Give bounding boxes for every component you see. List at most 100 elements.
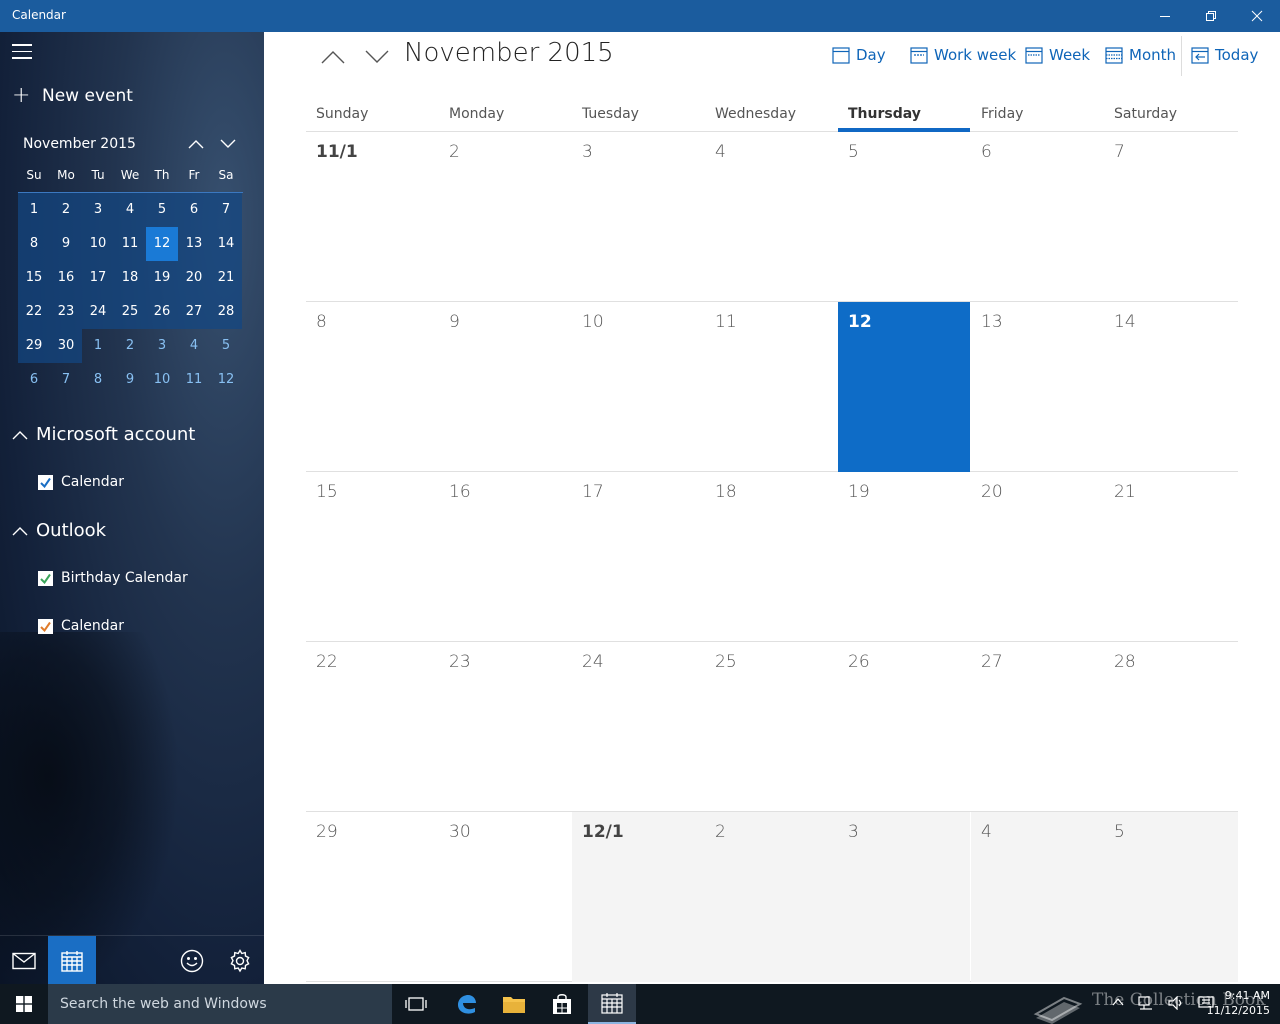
mini-day[interactable]: 11: [178, 363, 210, 397]
mini-day[interactable]: 9: [114, 363, 146, 397]
day-cell[interactable]: 4: [971, 812, 1104, 982]
mini-day[interactable]: 6: [18, 363, 50, 397]
mini-next-month-button[interactable]: [216, 132, 240, 156]
hamburger-menu-icon[interactable]: [12, 44, 34, 60]
mini-day[interactable]: 6: [178, 193, 210, 227]
day-cell[interactable]: 13: [971, 302, 1104, 472]
mini-day[interactable]: 5: [146, 193, 178, 227]
day-cell[interactable]: 8: [306, 302, 439, 472]
week-view-button[interactable]: Week: [1025, 42, 1090, 68]
day-cell[interactable]: 12/1: [572, 812, 705, 982]
mini-day[interactable]: 2: [50, 193, 82, 227]
day-cell[interactable]: 28: [1104, 642, 1238, 812]
mini-day[interactable]: 1: [18, 193, 50, 227]
account-outlook-toggle[interactable]: Outlook: [12, 520, 106, 541]
day-cell[interactable]: 14: [1104, 302, 1238, 472]
calendar-taskbar-button[interactable]: [588, 984, 636, 1024]
mini-day[interactable]: 10: [146, 363, 178, 397]
mini-day[interactable]: 1: [82, 329, 114, 363]
day-cell[interactable]: 9: [439, 302, 572, 472]
day-cell[interactable]: 27: [971, 642, 1104, 812]
start-button[interactable]: [0, 984, 48, 1024]
calendar-toggle-birthday-calendar[interactable]: Birthday Calendar: [38, 570, 188, 586]
mini-day[interactable]: 16: [50, 261, 82, 295]
mini-day[interactable]: 13: [178, 227, 210, 261]
day-cell[interactable]: 30: [439, 812, 572, 982]
volume-icon[interactable]: [1168, 996, 1184, 1010]
mini-day[interactable]: 8: [18, 227, 50, 261]
file-explorer-button[interactable]: [490, 984, 538, 1024]
day-cell[interactable]: 25: [705, 642, 838, 812]
mini-day[interactable]: 18: [114, 261, 146, 295]
day-cell[interactable]: 21: [1104, 472, 1238, 642]
mini-day[interactable]: 5: [210, 329, 242, 363]
day-cell[interactable]: 10: [572, 302, 705, 472]
mini-day[interactable]: 20: [178, 261, 210, 295]
mini-prev-month-button[interactable]: [184, 132, 208, 156]
mini-day[interactable]: 19: [146, 261, 178, 295]
day-cell[interactable]: 26: [838, 642, 970, 812]
mini-day[interactable]: 26: [146, 295, 178, 329]
mail-button[interactable]: [0, 936, 48, 984]
next-month-button[interactable]: [362, 42, 392, 72]
day-cell[interactable]: 2: [705, 812, 838, 982]
mini-day[interactable]: 24: [82, 295, 114, 329]
mini-day[interactable]: 12: [210, 363, 242, 397]
mini-day[interactable]: 11: [114, 227, 146, 261]
day-cell[interactable]: 4: [705, 132, 838, 302]
day-cell[interactable]: 6: [971, 132, 1104, 302]
mini-day[interactable]: 25: [114, 295, 146, 329]
mini-day[interactable]: 14: [210, 227, 242, 261]
day-cell[interactable]: 19: [838, 472, 970, 642]
settings-button[interactable]: [216, 936, 264, 984]
network-icon[interactable]: [1138, 996, 1154, 1010]
day-cell[interactable]: 15: [306, 472, 439, 642]
mini-day[interactable]: 4: [178, 329, 210, 363]
day-cell[interactable]: 5: [1104, 812, 1238, 982]
mini-day[interactable]: 10: [82, 227, 114, 261]
mini-day[interactable]: 9: [50, 227, 82, 261]
mini-day[interactable]: 30: [50, 329, 82, 363]
day-cell[interactable]: 7: [1104, 132, 1238, 302]
day-cell[interactable]: 3: [572, 132, 705, 302]
restore-button[interactable]: [1188, 0, 1234, 32]
minimize-button[interactable]: [1142, 0, 1188, 32]
calendar-toggle-microsoft-calendar[interactable]: Calendar: [38, 474, 124, 490]
mini-day[interactable]: 7: [50, 363, 82, 397]
day-cell[interactable]: 22: [306, 642, 439, 812]
calendar-app-button[interactable]: [48, 936, 96, 984]
store-button[interactable]: [538, 984, 586, 1024]
clock[interactable]: 9:41 AM 11/12/2015: [1207, 988, 1270, 1018]
day-view-button[interactable]: Day: [832, 42, 886, 68]
work-week-view-button[interactable]: Work week: [910, 42, 1016, 68]
mini-day[interactable]: 2: [114, 329, 146, 363]
close-button[interactable]: [1234, 0, 1280, 32]
day-cell-today[interactable]: 12: [838, 302, 970, 472]
mini-day-today[interactable]: 12: [146, 227, 178, 261]
mini-day[interactable]: 3: [146, 329, 178, 363]
feedback-button[interactable]: [168, 936, 216, 984]
mini-day[interactable]: 29: [18, 329, 50, 363]
day-cell[interactable]: 11/1: [306, 132, 439, 302]
day-cell[interactable]: 23: [439, 642, 572, 812]
mini-day[interactable]: 7: [210, 193, 242, 227]
calendar-toggle-outlook-calendar[interactable]: Calendar: [38, 618, 124, 634]
mini-day[interactable]: 4: [114, 193, 146, 227]
mini-day[interactable]: 27: [178, 295, 210, 329]
mini-day[interactable]: 15: [18, 261, 50, 295]
month-view-button[interactable]: Month: [1105, 42, 1176, 68]
chevron-up-icon[interactable]: [1112, 996, 1124, 1008]
day-cell[interactable]: 5: [838, 132, 970, 302]
day-cell[interactable]: 11: [705, 302, 838, 472]
day-cell[interactable]: 2: [439, 132, 572, 302]
mini-day[interactable]: 21: [210, 261, 242, 295]
day-cell[interactable]: 29: [306, 812, 439, 982]
day-cell[interactable]: 24: [572, 642, 705, 812]
day-cell[interactable]: 17: [572, 472, 705, 642]
mini-day[interactable]: 17: [82, 261, 114, 295]
mini-day[interactable]: 23: [50, 295, 82, 329]
mini-day[interactable]: 3: [82, 193, 114, 227]
new-event-button[interactable]: + New event: [12, 85, 133, 107]
mini-day[interactable]: 28: [210, 295, 242, 329]
mini-day[interactable]: 8: [82, 363, 114, 397]
